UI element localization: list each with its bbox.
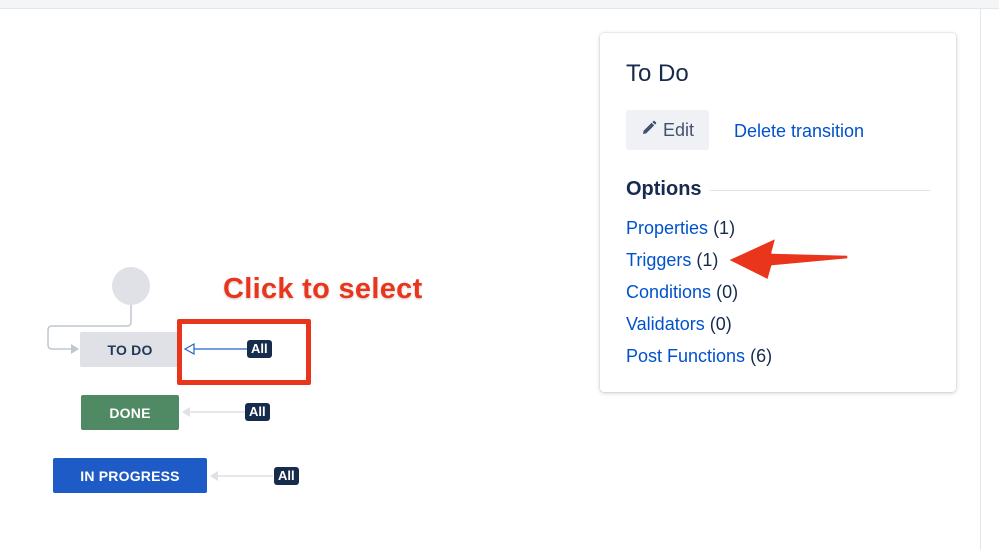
options-heading: Options <box>626 178 702 200</box>
start-transition-arrowhead <box>71 344 79 354</box>
all-transition-badge-in-progress[interactable]: All <box>274 467 299 485</box>
selection-highlight-box <box>177 319 311 385</box>
conditions-count: (0) <box>716 282 739 302</box>
validators-count: (0) <box>709 314 732 334</box>
transition-panel: To Do Edit Delete transition Options Pro… <box>600 33 956 392</box>
post-functions-count: (6) <box>750 346 773 366</box>
progress-transition-arrowhead <box>210 471 218 481</box>
option-triggers: Triggers (1) <box>626 250 772 282</box>
delete-transition-link[interactable]: Delete transition <box>734 121 864 142</box>
edit-button-label: Edit <box>662 119 695 140</box>
status-todo[interactable]: TO DO <box>80 332 180 367</box>
panel-title: To Do <box>626 60 689 87</box>
option-properties: Properties (1) <box>626 218 772 250</box>
options-divider <box>710 190 930 191</box>
option-validators: Validators (0) <box>626 314 772 346</box>
pencil-icon <box>641 120 663 141</box>
done-transition-arrowhead <box>182 407 190 417</box>
option-conditions: Conditions (0) <box>626 282 772 314</box>
options-list: Properties (1) Triggers (1) Conditions (… <box>626 218 772 378</box>
properties-link[interactable]: Properties <box>626 218 708 238</box>
triggers-link[interactable]: Triggers <box>626 250 691 270</box>
validators-link[interactable]: Validators <box>626 314 705 334</box>
option-post-functions: Post Functions (6) <box>626 346 772 378</box>
triggers-count: (1) <box>696 250 719 270</box>
click-to-select-callout: Click to select <box>223 273 423 305</box>
status-in-progress[interactable]: IN PROGRESS <box>53 458 207 493</box>
post-functions-link[interactable]: Post Functions <box>626 346 745 366</box>
status-done[interactable]: DONE <box>81 395 179 430</box>
edit-button[interactable]: Edit <box>626 110 709 150</box>
conditions-link[interactable]: Conditions <box>626 282 711 302</box>
all-transition-badge-done[interactable]: All <box>245 403 270 421</box>
properties-count: (1) <box>713 218 736 238</box>
